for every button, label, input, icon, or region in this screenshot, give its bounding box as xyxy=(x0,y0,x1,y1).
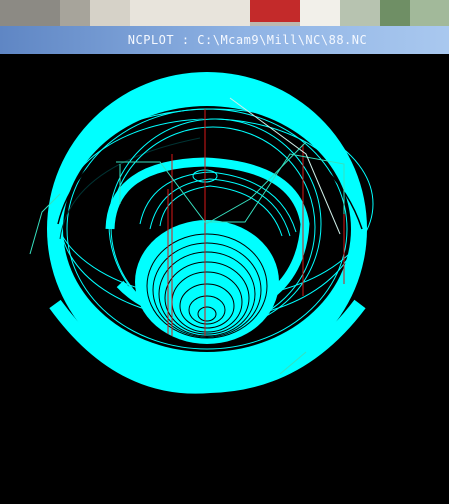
desktop-background-image xyxy=(0,0,449,26)
desktop-background xyxy=(0,0,449,26)
title-bar[interactable]: NCPLOT : C:\Mcam9\Mill\NC\88.NC xyxy=(0,26,449,54)
ncplot-window: NCPLOT : C:\Mcam9\Mill\NC\88.NC xyxy=(0,0,449,504)
window-title: NCPLOT : C:\Mcam9\Mill\NC\88.NC xyxy=(127,33,368,47)
toolpath-plot-canvas[interactable] xyxy=(0,54,449,504)
toolpath-plot xyxy=(29,72,374,394)
